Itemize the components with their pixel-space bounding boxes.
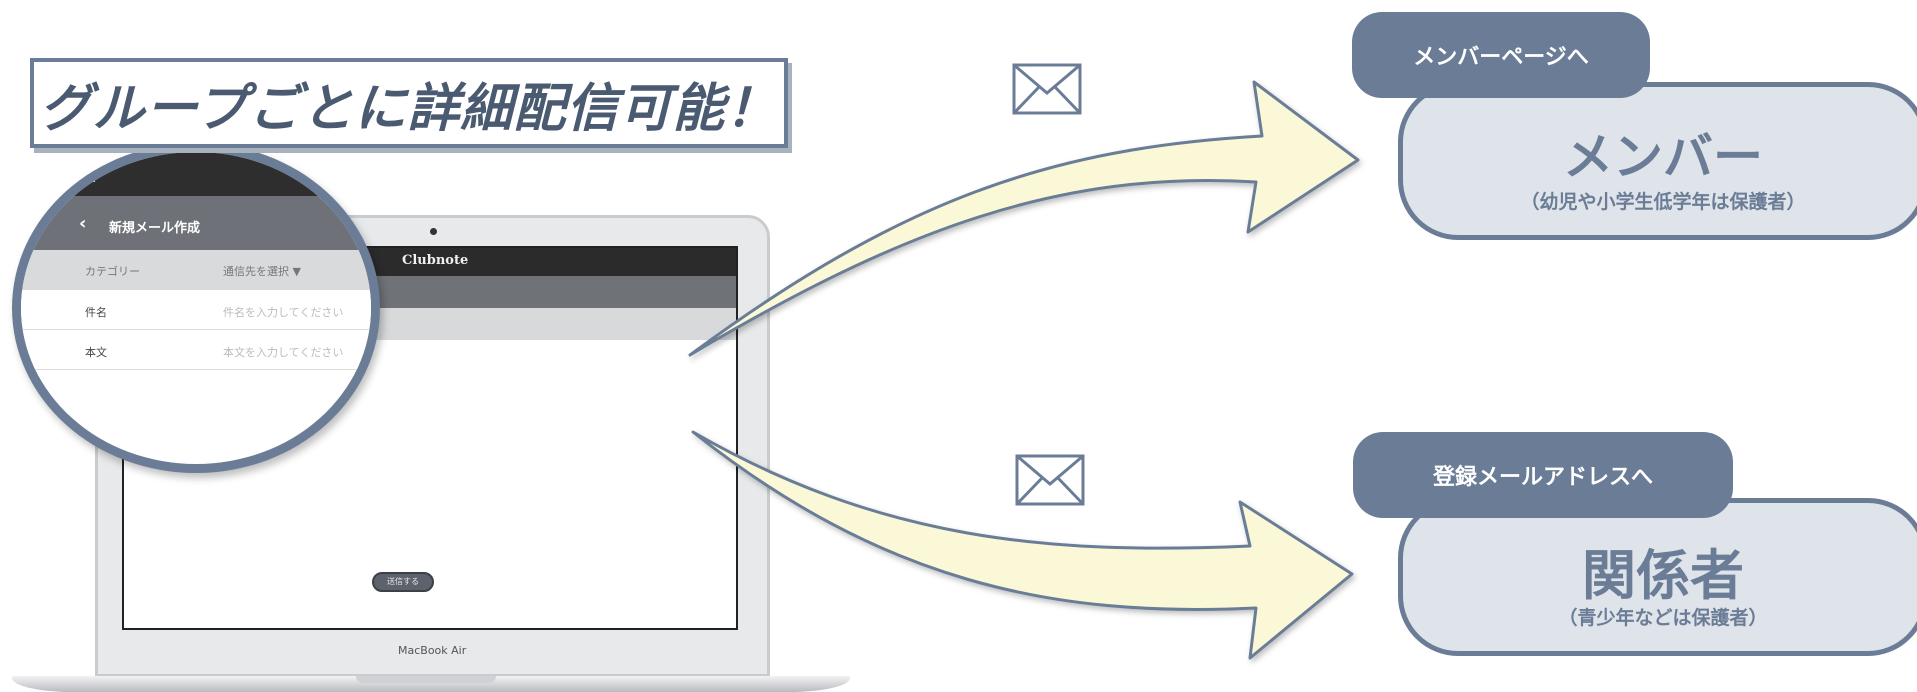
body-input[interactable]: 本文を入力してください bbox=[223, 344, 343, 360]
chevron-left-icon[interactable]: ‹ bbox=[79, 213, 86, 234]
member-card: メンバー （幼児や小学生低学年は保護者） bbox=[1398, 82, 1917, 240]
headline-banner: グループごとに詳細配信可能！ bbox=[30, 58, 788, 148]
arrow-to-member bbox=[688, 80, 1360, 357]
recipient-select[interactable]: 通信先を選択 ▼ bbox=[223, 263, 301, 279]
body-label: 本文 bbox=[85, 346, 107, 359]
related-party-card-note: （青少年などは保護者） bbox=[1558, 607, 1768, 629]
member-page-tag: メンバーページへ bbox=[1352, 12, 1650, 98]
member-card-note: （幼児や小学生低学年は保護者） bbox=[1520, 191, 1806, 213]
hamburger-menu-icon[interactable]: ☰ bbox=[77, 165, 97, 187]
subject-label: 件名 bbox=[85, 306, 107, 319]
registered-email-tag: 登録メールアドレスへ bbox=[1353, 432, 1733, 518]
category-row bbox=[21, 250, 371, 290]
headline-text: グループごとに詳細配信可能！ bbox=[39, 78, 779, 139]
related-party-card: 関係者 （青少年などは保護者） bbox=[1398, 498, 1917, 656]
member-card-title: メンバー bbox=[1563, 128, 1763, 186]
compose-title: 新規メール作成 bbox=[109, 221, 201, 236]
subject-input[interactable]: 件名を入力してください bbox=[223, 304, 343, 320]
envelope-icon bbox=[1015, 454, 1085, 506]
menu-bar bbox=[21, 152, 371, 196]
category-label: カテゴリー bbox=[85, 265, 140, 278]
magnifier-circle: ☰ ‹ 新規メール作成 カテゴリー 通信先を選択 ▼ 件名 件名を入力してくださ… bbox=[12, 143, 380, 473]
envelope-icon bbox=[1012, 63, 1082, 115]
related-party-card-title: 関係者 bbox=[1582, 544, 1744, 607]
